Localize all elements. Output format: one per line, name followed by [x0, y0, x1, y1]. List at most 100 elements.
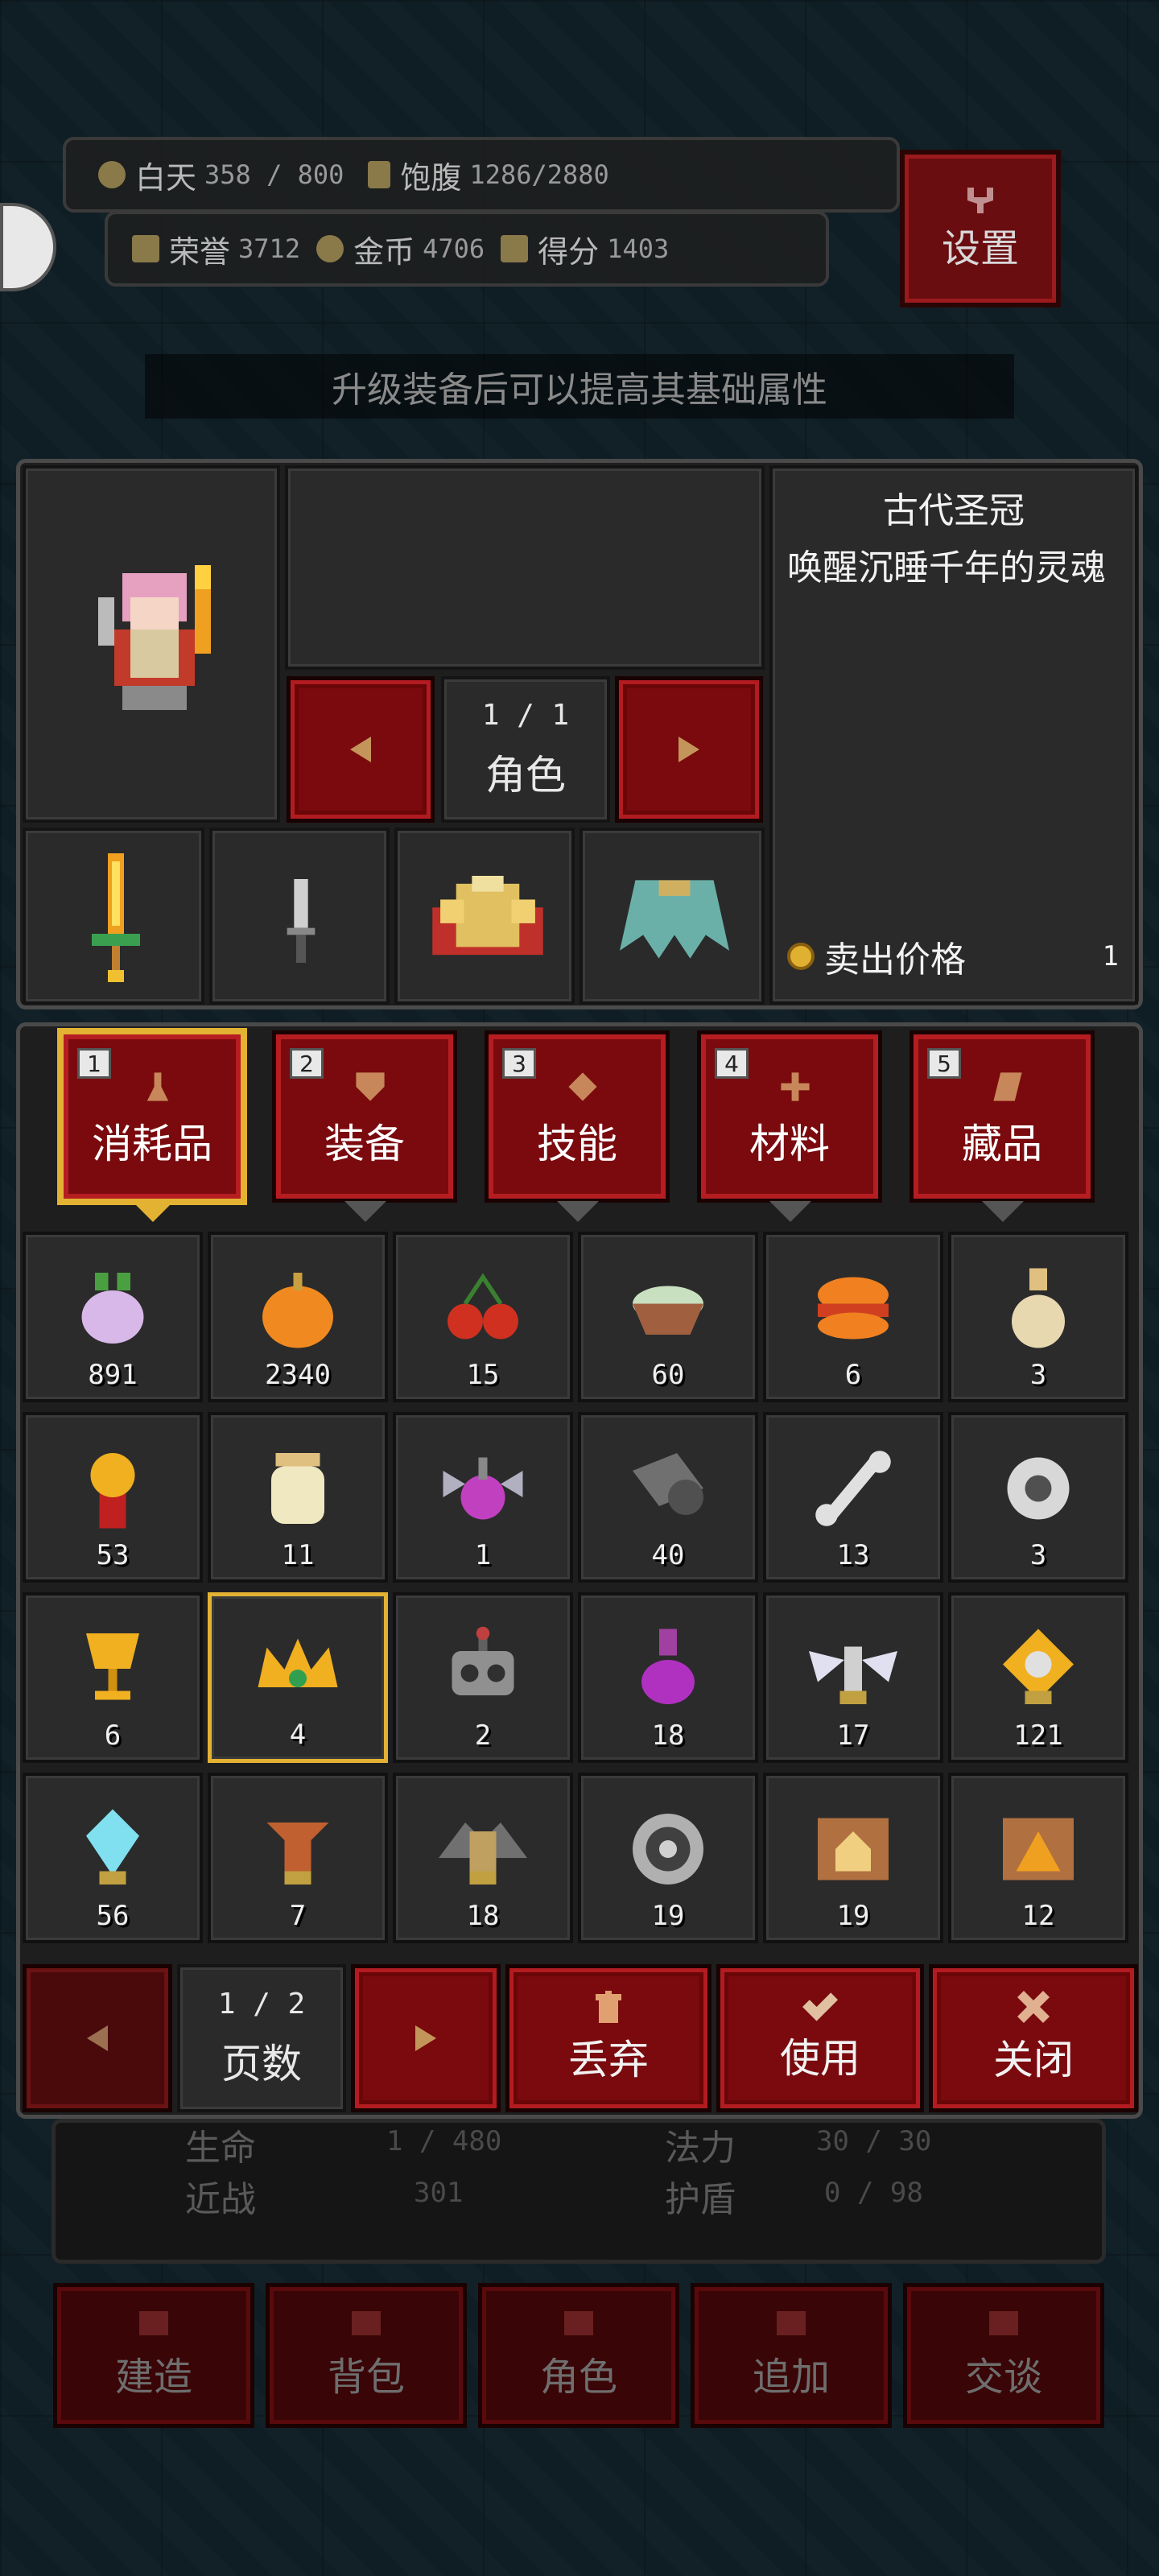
- potion-bottle-icon: [1012, 1268, 1065, 1348]
- tab-collections[interactable]: 藏品 5: [909, 1030, 1095, 1222]
- char-prev-button[interactable]: [287, 676, 435, 823]
- equip-slot-cape[interactable]: [580, 828, 765, 1005]
- inventory-slot[interactable]: 2340: [208, 1232, 388, 1402]
- coin-icon: [787, 943, 815, 970]
- item-count: 17: [836, 1719, 870, 1752]
- inventory-slot[interactable]: 11: [208, 1412, 388, 1583]
- inventory-slot[interactable]: 17: [763, 1592, 943, 1763]
- inventory-slot[interactable]: 6: [23, 1592, 203, 1763]
- sell-price-label: 卖出价格: [824, 939, 966, 980]
- sell-price-value: 1: [1102, 940, 1119, 972]
- item-count: 121: [1013, 1719, 1063, 1752]
- armor-icon: [432, 876, 543, 956]
- page-prev-button[interactable]: [23, 1964, 172, 2112]
- bat-shrine-icon: [439, 1823, 527, 1885]
- arrow-right-icon: [415, 2025, 436, 2051]
- nav-add-button[interactable]: 追加: [691, 2283, 892, 2428]
- inventory-slot[interactable]: 60: [578, 1232, 758, 1402]
- item-count: 4: [289, 1719, 307, 1751]
- score-value: 1403: [607, 233, 670, 264]
- item-count: 11: [281, 1539, 315, 1571]
- nav-character-button[interactable]: 角色: [478, 2283, 679, 2428]
- equip-slot-weapon[interactable]: [23, 828, 204, 1005]
- item-count: 18: [466, 1900, 500, 1932]
- page-next-button[interactable]: [351, 1964, 501, 2112]
- page-label: 页数: [221, 2040, 302, 2087]
- char-next-button[interactable]: [615, 676, 763, 823]
- inventory-slot[interactable]: 1: [393, 1412, 573, 1583]
- orb-icon: [1007, 1457, 1070, 1520]
- inventory-slot[interactable]: 53: [23, 1412, 203, 1583]
- inventory-slot[interactable]: 2: [393, 1592, 573, 1763]
- tab-hotkey: 1: [77, 1048, 111, 1079]
- item-count: 13: [836, 1539, 870, 1571]
- char-page-label: 角色: [485, 751, 566, 799]
- inventory-slot[interactable]: 40: [578, 1412, 758, 1583]
- cape-icon: [620, 880, 729, 959]
- inventory-slot[interactable]: 18: [578, 1592, 758, 1763]
- inventory-slot[interactable]: 891: [23, 1232, 203, 1402]
- cloth-roll-icon: [633, 1453, 703, 1515]
- backpack-icon: [352, 2311, 381, 2335]
- mana-label: 法力: [665, 2128, 736, 2169]
- tab-pointer: [344, 1201, 386, 1222]
- inventory-slot[interactable]: 13: [763, 1412, 943, 1583]
- inventory-slot[interactable]: 4: [208, 1592, 388, 1763]
- item-count: 53: [96, 1539, 130, 1571]
- nav-talk-button[interactable]: 交谈: [903, 2283, 1104, 2428]
- tab-pointer: [132, 1201, 174, 1222]
- inventory-slot[interactable]: 121: [948, 1592, 1128, 1763]
- gold-label: 金币: [353, 233, 415, 270]
- tab-skills[interactable]: 技能 3: [485, 1030, 670, 1222]
- hud-top-bar: 白天 358 / 800 饱腹 1286/2880: [63, 137, 900, 213]
- inventory-slot[interactable]: 18: [393, 1773, 573, 1943]
- inventory-slot[interactable]: 6: [763, 1232, 943, 1402]
- tab-hotkey: 4: [715, 1048, 749, 1079]
- close-icon: [1017, 1991, 1050, 2023]
- inventory-slot[interactable]: 15: [393, 1232, 573, 1402]
- equip-slot-armor[interactable]: [394, 828, 575, 1005]
- use-button[interactable]: 使用: [716, 1964, 924, 2112]
- inventory-slot[interactable]: 19: [578, 1773, 758, 1943]
- inventory-slot[interactable]: 56: [23, 1773, 203, 1943]
- cherry-icon: [448, 1273, 518, 1340]
- item-count: 891: [88, 1359, 138, 1391]
- hero-portrait-icon: [98, 565, 211, 710]
- nav-build-button[interactable]: 建造: [53, 2283, 254, 2428]
- tab-label: 材料: [749, 1121, 830, 1167]
- discard-button[interactable]: 丢弃: [505, 1964, 711, 2112]
- soup-bowl-icon: [633, 1286, 703, 1335]
- inventory-slot[interactable]: 12: [948, 1773, 1128, 1943]
- inventory-slot[interactable]: 7: [208, 1773, 388, 1943]
- tab-materials[interactable]: 材料 4: [697, 1030, 882, 1222]
- close-button[interactable]: 关闭: [929, 1964, 1138, 2112]
- nav-backpack-button[interactable]: 背包: [266, 2283, 467, 2428]
- shield-value: 0 / 98: [824, 2177, 923, 2209]
- inventory-slot[interactable]: 3: [948, 1412, 1128, 1583]
- settings-button[interactable]: 设置: [900, 150, 1061, 308]
- equip-slot-offhand[interactable]: [209, 828, 390, 1005]
- item-count: 12: [1021, 1900, 1055, 1932]
- inventory-slot[interactable]: 19: [763, 1773, 943, 1943]
- melee-label: 近战: [185, 2179, 256, 2220]
- scroll-icon: [993, 1072, 1022, 1101]
- satiety-label: 饱腹: [400, 159, 462, 196]
- item-count: 40: [651, 1539, 685, 1571]
- crystal-icon: [86, 1809, 139, 1885]
- tab-consumables[interactable]: 消耗品 1: [60, 1030, 245, 1222]
- shield-label: 护盾: [665, 2179, 736, 2220]
- nav-label: 交谈: [964, 2355, 1042, 2400]
- tab-equipment[interactable]: 装备 2: [272, 1030, 457, 1222]
- tab-pointer: [557, 1201, 599, 1222]
- inventory-slot[interactable]: 3: [948, 1232, 1128, 1402]
- portrait-frame: [23, 465, 280, 823]
- item-count: 3: [1029, 1359, 1047, 1391]
- tab-pointer: [769, 1201, 811, 1222]
- item-description: 唤醒沉睡千年的灵魂: [787, 547, 1106, 588]
- item-count: 2: [474, 1719, 492, 1752]
- tab-pointer: [982, 1201, 1024, 1222]
- plus-icon: [777, 2311, 806, 2335]
- turnip-icon: [81, 1273, 144, 1344]
- arrow-right-icon: [678, 737, 699, 762]
- item-name: 古代圣冠: [883, 490, 1025, 531]
